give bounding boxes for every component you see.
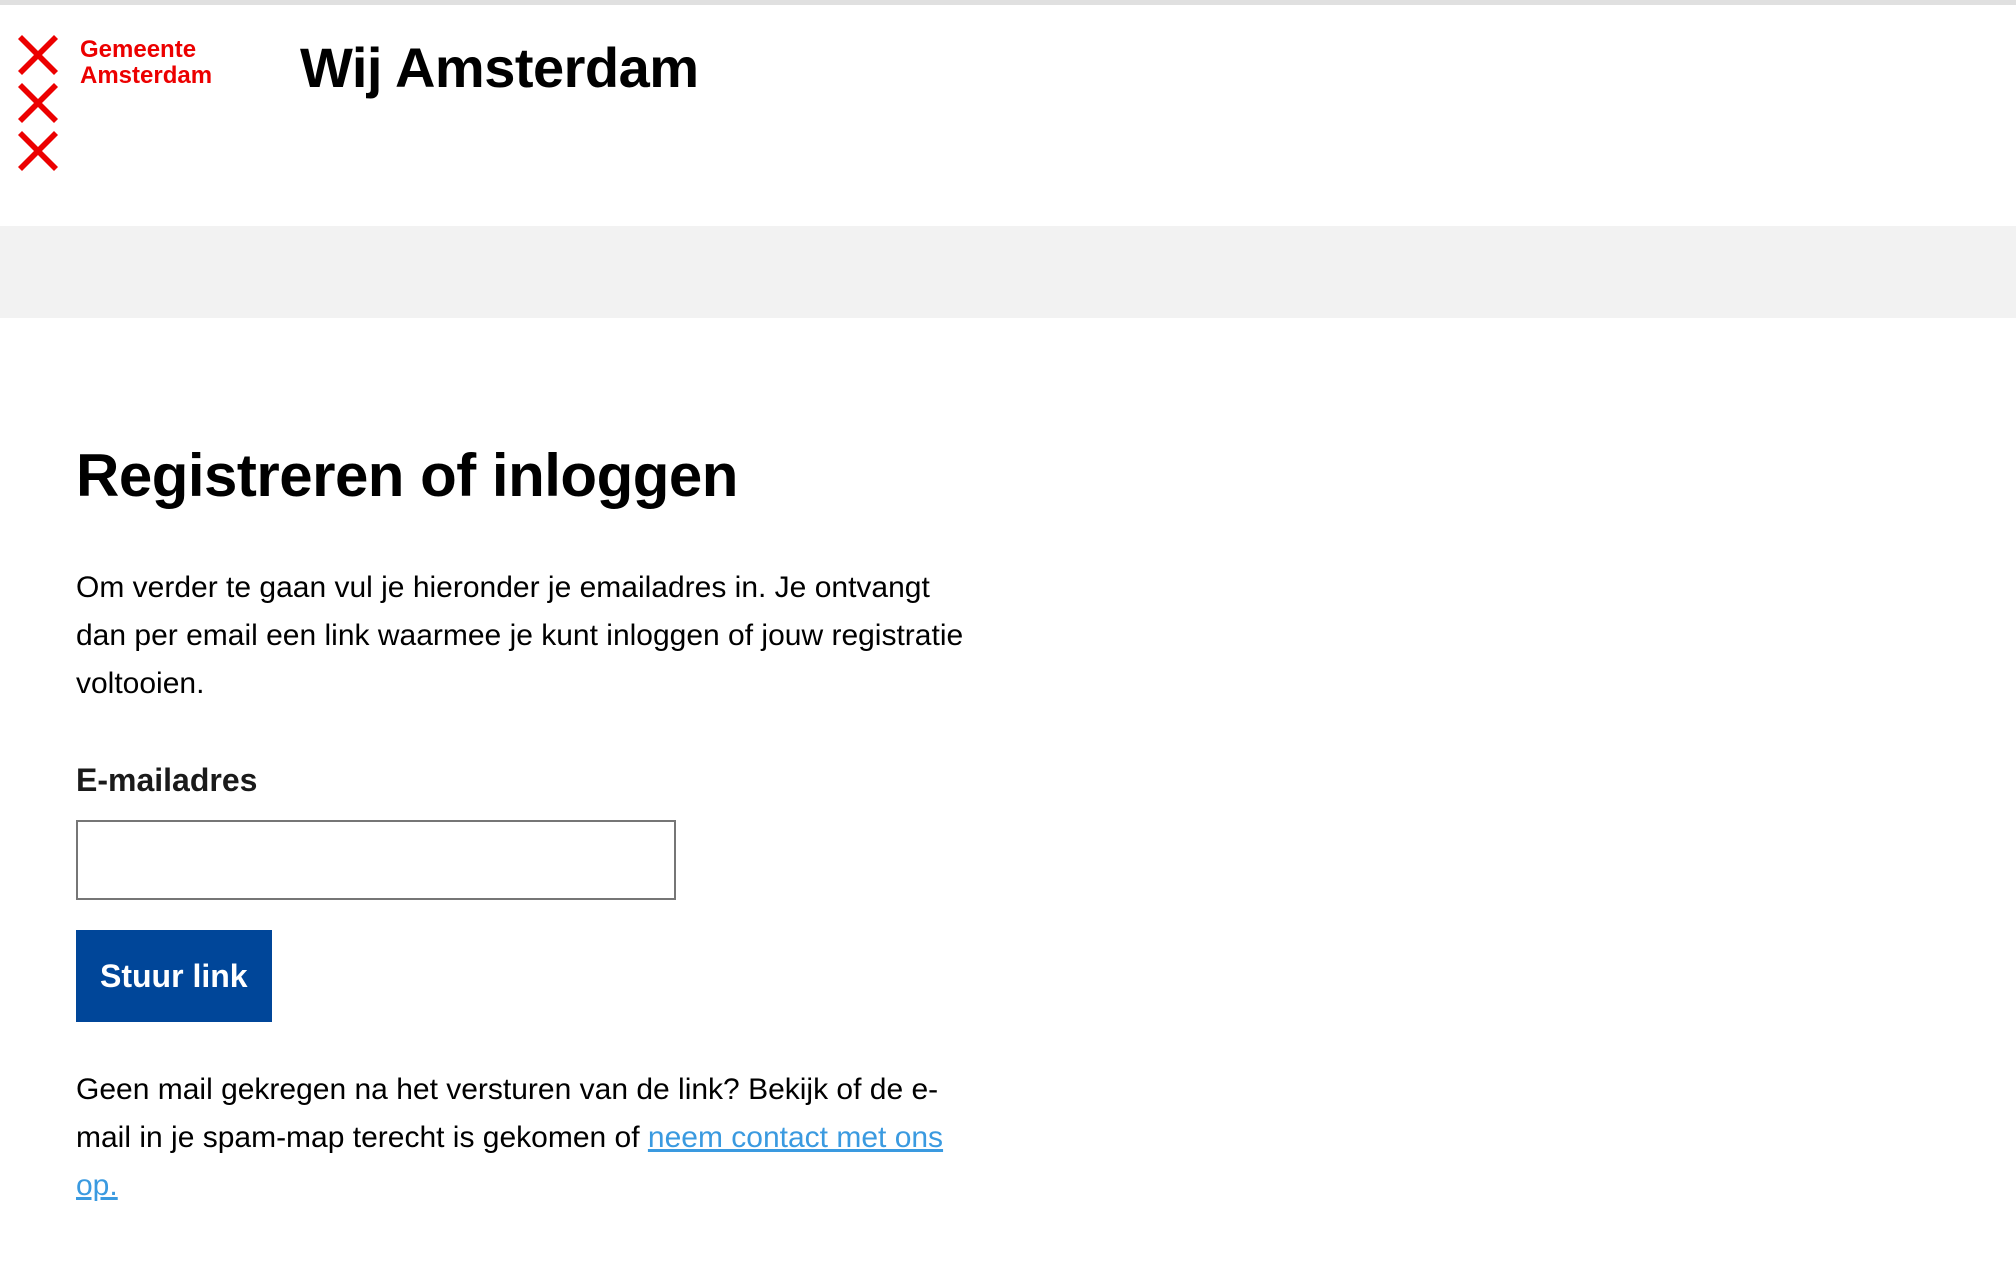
help-text: Geen mail gekregen na het versturen van … bbox=[76, 1066, 976, 1210]
andreas-crosses-icon bbox=[18, 35, 58, 171]
logo-text: Gemeente Amsterdam bbox=[80, 37, 212, 89]
gemeente-amsterdam-logo[interactable]: Gemeente Amsterdam bbox=[18, 35, 212, 171]
logo-line-2: Amsterdam bbox=[80, 62, 213, 89]
send-link-button[interactable]: Stuur link bbox=[76, 930, 272, 1022]
page-title: Registreren of inloggen bbox=[76, 442, 738, 509]
email-label: E-mailadres bbox=[76, 762, 258, 798]
email-input[interactable] bbox=[76, 820, 676, 900]
cross-icon bbox=[18, 35, 58, 75]
logo-line-1: Gemeente bbox=[80, 36, 197, 63]
site-title[interactable]: Wij Amsterdam bbox=[300, 35, 699, 100]
intro-text: Om verder te gaan vul je hieronder je em… bbox=[76, 571, 964, 700]
cross-icon bbox=[18, 83, 58, 123]
site-header: Gemeente Amsterdam Wij Amsterdam bbox=[0, 5, 2016, 225]
cross-icon bbox=[18, 131, 58, 171]
main-content: Registreren of inloggen Om verder te gaa… bbox=[76, 440, 976, 1210]
navigation-band bbox=[0, 226, 2016, 318]
